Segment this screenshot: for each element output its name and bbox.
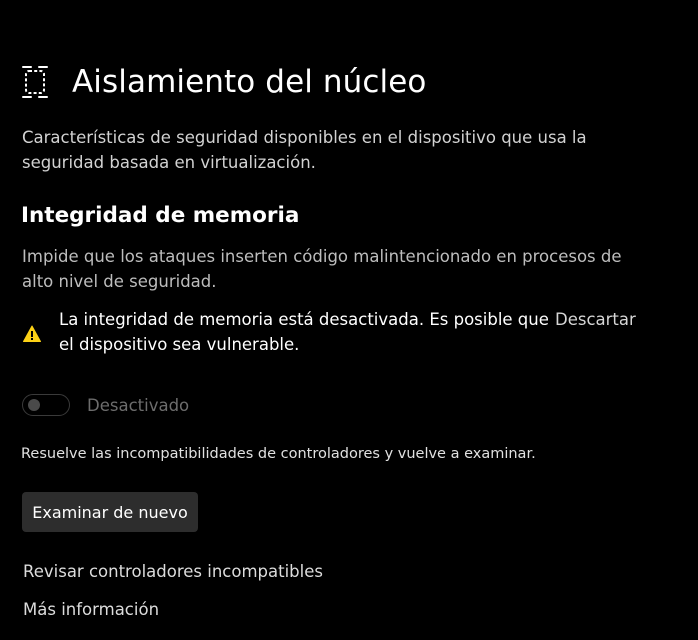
- memory-integrity-toggle[interactable]: [22, 394, 70, 416]
- resolve-incompatibilities-note: Resuelve las incompatibilidades de contr…: [21, 446, 536, 462]
- memory-integrity-description: Impide que los ataques inserten código m…: [22, 247, 622, 291]
- page-title: Aislamiento del núcleo: [72, 64, 427, 100]
- memory-integrity-toggle-row: Desactivado: [22, 394, 189, 416]
- memory-integrity-heading: Integridad de memoria: [21, 203, 300, 228]
- toggle-knob: [28, 399, 40, 411]
- core-isolation-page: Aislamiento del núcleo Características d…: [0, 0, 698, 640]
- review-incompatible-drivers-link[interactable]: Revisar controladores incompatibles: [23, 562, 323, 581]
- memory-integrity-warning: La integridad de memoria está desactivad…: [22, 307, 662, 357]
- more-info-link[interactable]: Más información: [23, 600, 159, 619]
- page-header: Aislamiento del núcleo: [22, 64, 427, 100]
- toggle-state-label: Desactivado: [87, 395, 190, 415]
- core-isolation-icon: [22, 65, 48, 99]
- warning-message: La integridad de memoria está desactivad…: [59, 310, 549, 354]
- warning-icon: [22, 324, 42, 344]
- dismiss-link[interactable]: Descartar: [555, 307, 636, 332]
- rescan-button[interactable]: Examinar de nuevo: [22, 492, 198, 532]
- intro-description: Características de seguridad disponibles…: [22, 128, 587, 172]
